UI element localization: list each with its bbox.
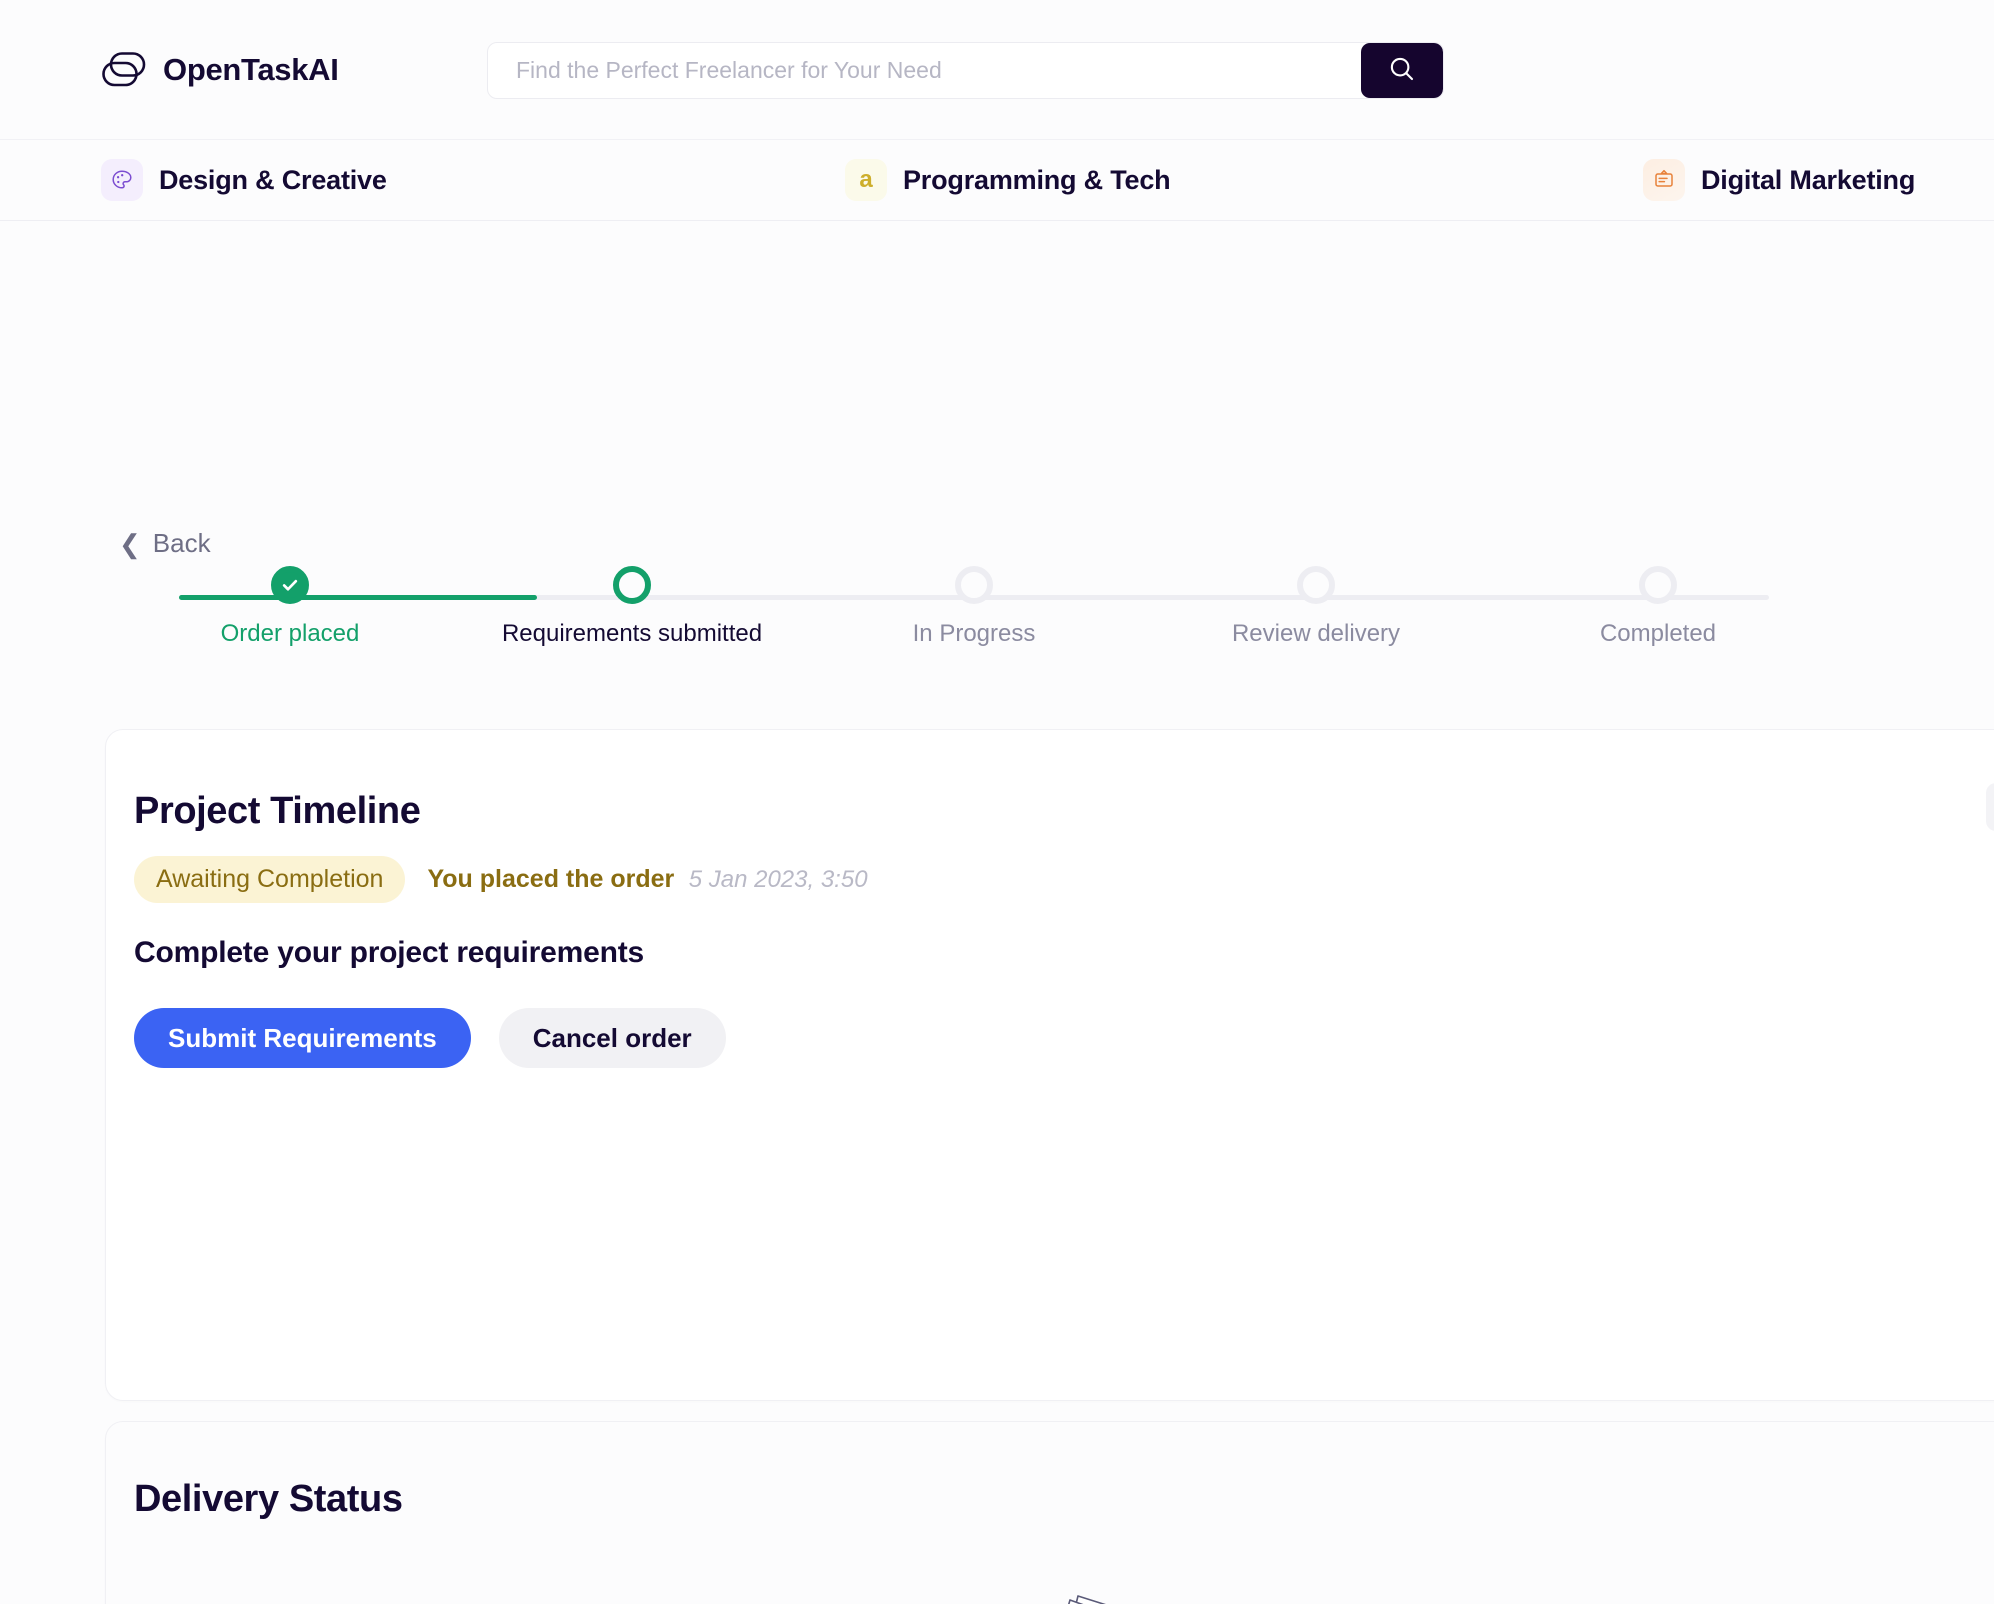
step-requirements-submitted[interactable]: Requirements submitted	[461, 566, 803, 686]
step-in-progress[interactable]: In Progress	[803, 566, 1145, 686]
back-label: Back	[152, 528, 211, 558]
brand-name: OpenTaskAI	[163, 51, 339, 87]
event-timestamp: 5 Jan 2023, 3:50	[688, 866, 868, 893]
app-header: OpenTaskAI	[0, 0, 1994, 139]
submit-requirements-button[interactable]: Submit Requirements	[134, 1008, 471, 1068]
project-timeline-card: Project Timeline View order his Awaiting…	[105, 729, 1994, 1401]
cancel-order-button[interactable]: Cancel order	[498, 1008, 726, 1068]
step-label: Completed	[1599, 620, 1717, 647]
step-label: In Progress	[912, 620, 1036, 647]
palette-icon	[101, 159, 143, 201]
step-order-placed[interactable]: Order placed	[119, 566, 461, 686]
step-label: Review delivery	[1231, 620, 1401, 647]
step-dot	[1297, 566, 1335, 604]
back-button[interactable]: ❮ Back	[119, 528, 211, 559]
timeline-actions: Submit Requirements Cancel order	[134, 1008, 726, 1068]
winged-envelope-icon: Nothing...	[990, 1582, 1180, 1604]
timeline-event-row: Awaiting Completion You placed the order…	[134, 856, 868, 903]
check-icon	[271, 566, 309, 604]
category-label: Design & Creative	[159, 164, 387, 195]
step-dot	[1639, 566, 1677, 604]
brand-logo[interactable]: OpenTaskAI	[101, 51, 339, 89]
step-completed[interactable]: Completed	[1487, 566, 1829, 686]
step-dot	[955, 566, 993, 604]
delivery-status-title: Delivery Status	[134, 1478, 403, 1520]
requirements-heading: Complete your project requirements	[134, 936, 644, 969]
step-label: Requirements submitted	[501, 620, 763, 647]
view-order-history-button[interactable]: View order his	[1986, 783, 1994, 831]
billboard-icon	[1643, 159, 1685, 201]
delivery-status-card: Delivery Status Nothing..	[105, 1421, 1994, 1604]
order-progress-stepper: Order placed Requirements submitted In P…	[119, 566, 1829, 686]
timeline-event: You placed the order 5 Jan 2023, 3:50	[427, 865, 867, 894]
category-label: Digital Marketing	[1701, 164, 1916, 195]
step-dot	[613, 566, 651, 604]
category-nav: Design & Creative a Programming & Tech D…	[0, 139, 1994, 221]
status-badge: Awaiting Completion	[134, 856, 406, 903]
event-actor: You placed the order	[427, 865, 675, 893]
category-digital-marketing[interactable]: Digital Marketing	[1643, 159, 1915, 201]
search-icon	[1387, 54, 1417, 87]
step-label: Order placed	[220, 620, 360, 647]
chevron-left-icon: ❮	[119, 528, 141, 559]
step-review-delivery[interactable]: Review delivery	[1145, 566, 1487, 686]
category-label: Programming & Tech	[903, 164, 1171, 195]
page-body: ❮ Back Order placed Requirements submitt…	[0, 221, 1994, 1604]
category-programming-tech[interactable]: a Programming & Tech	[845, 159, 1171, 201]
letter-a-icon: a	[845, 159, 887, 201]
empty-state: Nothing... No Items Delivered	[106, 1582, 1994, 1604]
search-input[interactable]	[488, 43, 1361, 98]
category-design-creative[interactable]: Design & Creative	[101, 159, 387, 201]
page-title: Project Timeline	[134, 790, 421, 832]
search-submit-button[interactable]	[1361, 43, 1443, 98]
overlapping-rings-logo	[101, 51, 147, 89]
search-bar[interactable]	[487, 42, 1444, 99]
